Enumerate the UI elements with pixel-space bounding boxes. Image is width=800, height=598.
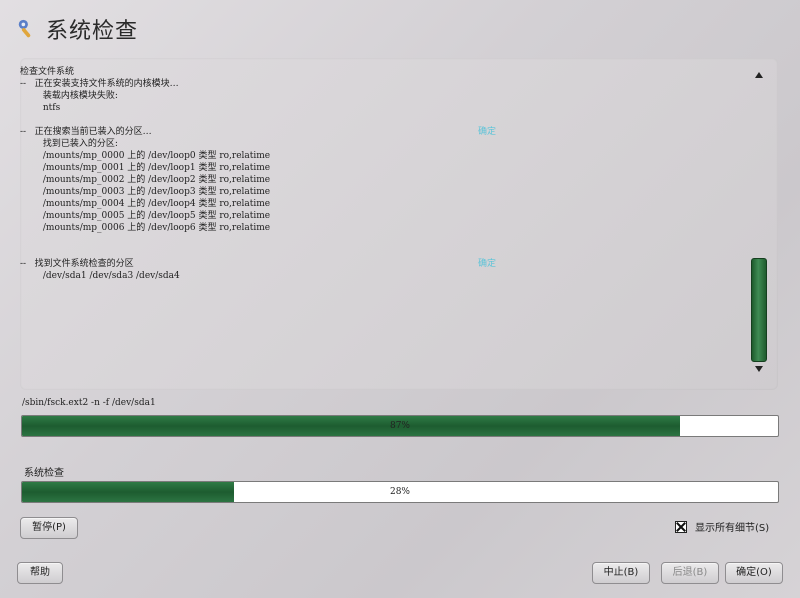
log-line: /mounts/mp_0002 上的 /dev/loop2 类型 ro,rela…	[20, 175, 271, 185]
log-line: /mounts/mp_0006 上的 /dev/loop6 类型 ro,rela…	[20, 223, 271, 233]
log-line: /mounts/mp_0004 上的 /dev/loop4 类型 ro,rela…	[20, 199, 271, 209]
current-command-label: /sbin/fsck.ext2 -n -f /dev/sda1	[22, 398, 156, 408]
overall-progress-percent: 28%	[389, 487, 410, 497]
status-ok: 确定	[478, 127, 497, 137]
wrench-icon	[18, 19, 31, 38]
abort-button[interactable]: 中止(B)	[592, 562, 650, 584]
overall-progress-bar: 28%	[21, 481, 779, 503]
show-details-checkbox[interactable]	[675, 520, 687, 533]
log-line: 检查文件系统	[20, 67, 75, 77]
scrollbar-thumb[interactable]	[751, 258, 767, 362]
log-line: -- 正在安装支持文件系统的内核模块…	[20, 79, 179, 89]
pause-button[interactable]: 暂停(P)	[20, 517, 78, 539]
window-title-bar: 系统检查	[16, 14, 138, 44]
log-line: ntfs	[20, 103, 61, 113]
log-line: -- 正在搜索当前已装入的分区… 确定	[20, 127, 497, 137]
scroll-up-arrow-icon[interactable]	[755, 72, 763, 78]
log-line: /mounts/mp_0001 上的 /dev/loop1 类型 ro,rela…	[20, 163, 271, 173]
command-progress-bar: 87%	[21, 415, 779, 437]
log-text: 检查文件系统 -- 正在安装支持文件系统的内核模块… 装载内核模块失败: ntf…	[20, 66, 720, 282]
help-button[interactable]: 帮助	[17, 562, 63, 584]
status-ok: 确定	[478, 259, 497, 269]
show-details-toggle[interactable]: 显示所有细节(S)	[675, 519, 769, 534]
overall-progress-label: 系统检查	[24, 468, 64, 479]
back-button[interactable]: 后退(B)	[661, 562, 719, 584]
log-line: -- 找到文件系统检查的分区 确定	[20, 259, 497, 269]
log-line: 装载内核模块失败:	[20, 91, 118, 101]
ok-button[interactable]: 确定(O)	[725, 562, 783, 584]
log-line: /mounts/mp_0003 上的 /dev/loop3 类型 ro,rela…	[20, 187, 271, 197]
scroll-down-arrow-icon[interactable]	[755, 366, 763, 372]
command-progress-percent: 87%	[389, 421, 410, 431]
log-line: 找到已装入的分区:	[20, 139, 118, 149]
log-line: /mounts/mp_0000 上的 /dev/loop0 类型 ro,rela…	[20, 151, 271, 161]
log-line: /mounts/mp_0005 上的 /dev/loop5 类型 ro,rela…	[20, 211, 271, 221]
page-title: 系统检查	[46, 19, 139, 44]
show-details-label: 显示所有细节(S)	[695, 523, 770, 534]
log-line: /dev/sda1 /dev/sda3 /dev/sda4	[20, 271, 180, 281]
